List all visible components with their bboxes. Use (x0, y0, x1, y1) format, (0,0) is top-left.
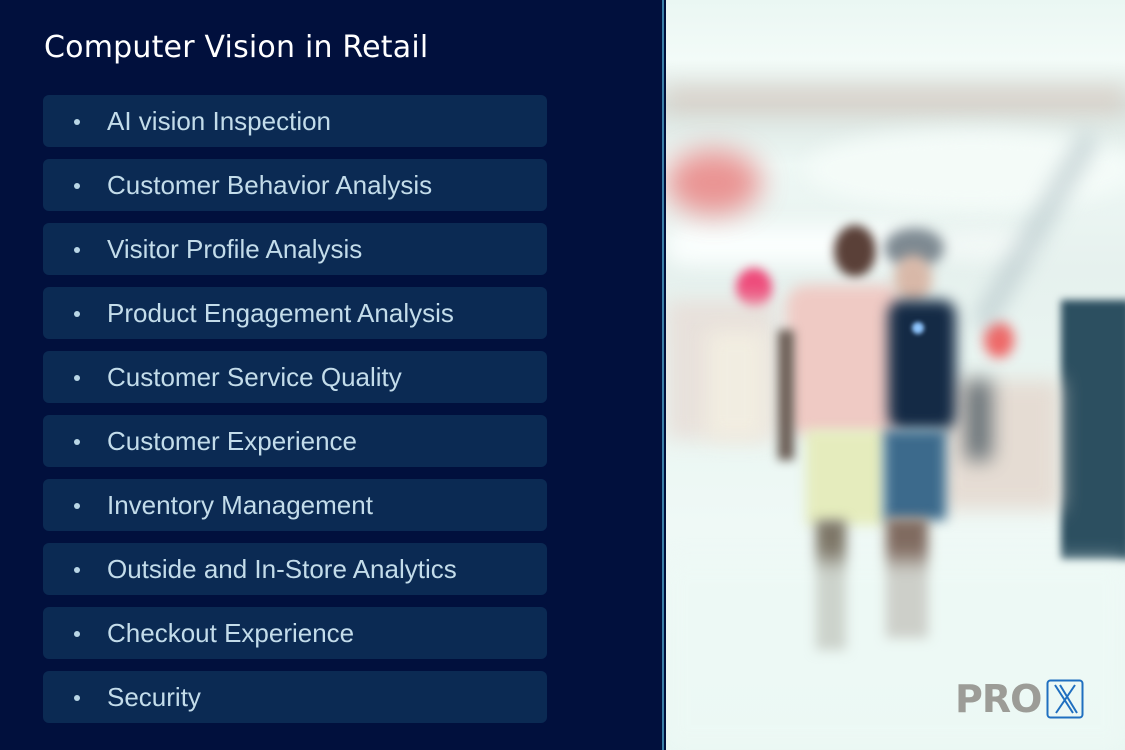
bullet-icon (74, 311, 80, 317)
mall-photo (666, 0, 1125, 750)
bullet-icon (74, 695, 80, 701)
list-item: Security (43, 671, 547, 723)
list-item-label: AI vision Inspection (107, 106, 332, 136)
bullet-icon (74, 375, 80, 381)
list-item-label: Security (107, 682, 201, 712)
list-item: Outside and In-Store Analytics (43, 543, 547, 595)
slide: Computer Vision in Retail AI vision Insp… (0, 0, 1125, 750)
shop-shelf (706, 330, 766, 440)
list-item-label: Outside and In-Store Analytics (107, 554, 457, 584)
list-item: Customer Service Quality (43, 351, 547, 403)
list-item-label: Customer Behavior Analysis (107, 170, 433, 200)
list-item: AI vision Inspection (43, 95, 547, 147)
bullet-icon (74, 503, 80, 509)
light-dot (912, 322, 924, 334)
list-item: Customer Experience (43, 415, 547, 467)
list-item-label: Checkout Experience (107, 618, 355, 648)
dark-figure-bg (966, 380, 991, 460)
list-item-label: Customer Service Quality (107, 362, 402, 392)
logo-text: PRO (955, 677, 1042, 721)
bullet-icon (74, 119, 80, 125)
kiosk (1061, 300, 1125, 560)
list-item-label: Inventory Management (107, 490, 373, 520)
person1-shorts (806, 430, 884, 525)
person1-arm (778, 330, 794, 460)
left-panel: Computer Vision in Retail AI vision Insp… (0, 0, 664, 750)
ceiling-band (666, 85, 1125, 115)
list-item: Inventory Management (43, 479, 547, 531)
bullet-icon (74, 631, 80, 637)
prox-logo: PRO (955, 678, 1084, 720)
bullet-icon (74, 183, 80, 189)
person1-shirt (786, 285, 904, 435)
seated-people (941, 380, 1061, 510)
person1-head (834, 225, 876, 277)
person2-head (894, 255, 932, 303)
panel-title: Computer Vision in Retail (44, 30, 429, 65)
list-item: Visitor Profile Analysis (43, 223, 547, 275)
list-item: Checkout Experience (43, 607, 547, 659)
logo-x-icon (1046, 679, 1084, 719)
list-item-label: Product Engagement Analysis (107, 298, 454, 328)
bullet-icon (74, 247, 80, 253)
person2-shirt (888, 300, 956, 430)
bullet-icon (74, 567, 80, 573)
list-item: Product Engagement Analysis (43, 287, 547, 339)
use-case-list: AI vision Inspection Customer Behavior A… (43, 95, 547, 735)
list-item-label: Visitor Profile Analysis (107, 234, 363, 264)
list-item-label: Customer Experience (107, 426, 357, 456)
red-lantern (666, 150, 761, 215)
floor-glow (666, 560, 1125, 750)
bullet-icon (74, 439, 80, 445)
person2-shorts (884, 430, 946, 520)
list-item: Customer Behavior Analysis (43, 159, 547, 211)
